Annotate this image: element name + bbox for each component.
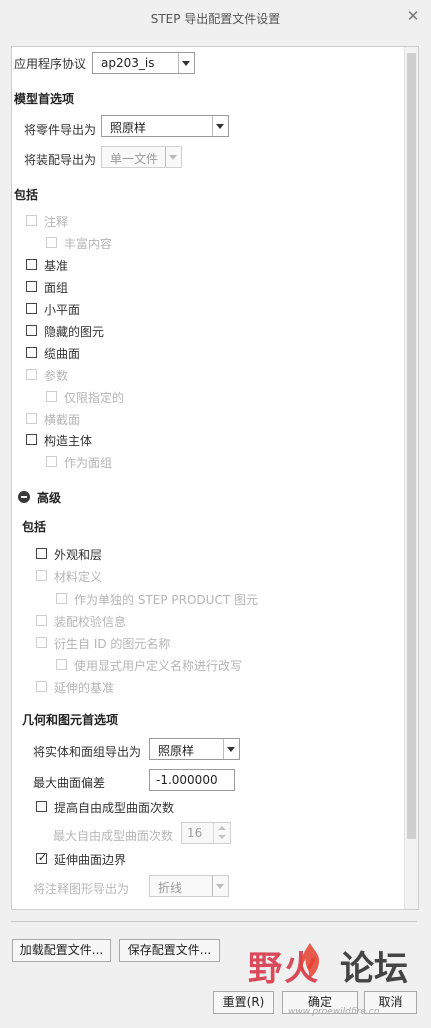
solid-export-dropdown[interactable]: 照原样 [149, 738, 240, 760]
checkbox-label: 延伸曲面边界 [54, 853, 127, 867]
checkbox-names-from-id[interactable] [36, 637, 47, 648]
part-export-label: 将零件导出为 [24, 123, 97, 137]
checkbox-label: 小平面 [44, 303, 81, 317]
checkbox-label: 使用显式用户定义名称进行改写 [74, 659, 243, 673]
checkbox-label: 仅限指定的 [64, 391, 125, 405]
checkbox-cable-surfaces[interactable] [26, 347, 37, 358]
checkbox-annotation[interactable] [26, 215, 37, 226]
checkbox-parameters[interactable] [26, 369, 37, 380]
vertical-scrollbar[interactable] [404, 47, 418, 909]
checkbox-label: 延伸的基准 [54, 681, 115, 695]
checkbox-appearance-layers[interactable] [36, 548, 47, 559]
app-protocol-label: 应用程序协议 [14, 57, 87, 71]
advanced-include-header: 包括 [22, 520, 47, 534]
checkbox-label: 衍生自 ID 的图元名称 [54, 637, 171, 651]
checkbox-material-definition[interactable] [36, 570, 47, 581]
title-bar: STEP 导出配置文件设置 ✕ [0, 0, 431, 36]
settings-panel: 应用程序协议 ap203_is 模型首选项 将零件导出为 照原样 将装配导出为 … [11, 46, 419, 910]
chevron-down-icon [178, 53, 194, 73]
checkbox-datum[interactable] [26, 259, 37, 270]
max-degree-stepper[interactable]: 16 [181, 822, 231, 844]
max-deviation-label: 最大曲面偏差 [33, 776, 106, 790]
stepper-arrows-icon[interactable] [213, 823, 230, 843]
chevron-down-icon [212, 876, 228, 896]
geometry-options-header: 几何和图元首选项 [22, 713, 119, 727]
checkbox-as-quilt[interactable] [46, 456, 57, 467]
checkbox-label: 装配校验信息 [54, 615, 127, 629]
checkbox-extended-datum[interactable] [36, 681, 47, 692]
checkbox-construction-body[interactable] [26, 434, 37, 445]
window-title: STEP 导出配置文件设置 [150, 12, 281, 26]
checkbox-label: 隐藏的图元 [44, 325, 105, 339]
checkbox-label: 缆曲面 [44, 347, 81, 361]
watermark-text-right: 论坛 [340, 949, 408, 989]
checkbox-cross-sections[interactable] [26, 413, 37, 424]
checkbox-explicit-names[interactable] [56, 659, 67, 670]
load-config-button[interactable]: 加载配置文件... [12, 939, 111, 962]
max-degree-label: 最大自由成型曲面次数 [53, 829, 174, 843]
checkbox-specified-only[interactable] [46, 391, 57, 402]
include-header: 包括 [14, 188, 39, 202]
checkbox-facets[interactable] [26, 303, 37, 314]
forum-watermark: 野火 论坛 www.proewildfire.cn [248, 941, 428, 1026]
check-icon: ✓ [37, 851, 48, 864]
solid-export-label: 将实体和面组导出为 [33, 745, 142, 759]
watermark-url: www.proewildfire.cn [288, 1007, 380, 1017]
checkbox-label: 基准 [44, 259, 69, 273]
max-deviation-input[interactable]: -1.000000 [149, 769, 235, 791]
checkbox-label: 面组 [44, 281, 69, 295]
checkbox-label: 注释 [44, 215, 69, 229]
collapse-icon[interactable] [18, 491, 30, 503]
checkbox-label: 横截面 [44, 413, 81, 427]
asm-export-dropdown[interactable]: 单一文件 [101, 146, 182, 168]
checkbox-label: 外观和层 [54, 548, 103, 562]
checkbox-separate-step-product[interactable] [56, 593, 67, 604]
chevron-down-icon [165, 147, 181, 167]
checkbox-label: 材料定义 [54, 570, 103, 584]
checkbox-hidden-entities[interactable] [26, 325, 37, 336]
checkbox-rich-content[interactable] [46, 237, 57, 248]
close-icon[interactable]: ✕ [405, 8, 421, 24]
scrollbar-thumb[interactable] [407, 53, 416, 839]
annotation-export-dropdown[interactable]: 折线 [149, 875, 229, 897]
checkbox-label: 作为面组 [64, 456, 113, 470]
app-protocol-dropdown[interactable]: ap203_is [92, 52, 195, 74]
checkbox-label: 提高自由成型曲面次数 [54, 801, 175, 815]
divider [11, 921, 417, 922]
chevron-down-icon [223, 739, 239, 759]
checkbox-raise-degree[interactable] [36, 801, 47, 812]
checkbox-label: 作为单独的 STEP PRODUCT 图元 [74, 593, 258, 607]
asm-export-label: 将装配导出为 [24, 153, 97, 167]
checkbox-label: 参数 [44, 369, 69, 383]
part-export-dropdown[interactable]: 照原样 [101, 115, 229, 137]
checkbox-label: 丰富内容 [64, 237, 113, 251]
save-config-button[interactable]: 保存配置文件... [119, 939, 220, 962]
checkbox-quilts[interactable] [26, 281, 37, 292]
model-options-header: 模型首选项 [14, 92, 75, 106]
checkbox-label: 构造主体 [44, 434, 93, 448]
chevron-down-icon [212, 116, 228, 136]
checkbox-assembly-validation[interactable] [36, 615, 47, 626]
flame-icon [300, 943, 320, 979]
annotation-export-label: 将注释图形导出为 [33, 882, 130, 896]
checkbox-extend-boundary[interactable]: ✓ [36, 851, 48, 864]
advanced-header: 高级 [37, 491, 62, 505]
